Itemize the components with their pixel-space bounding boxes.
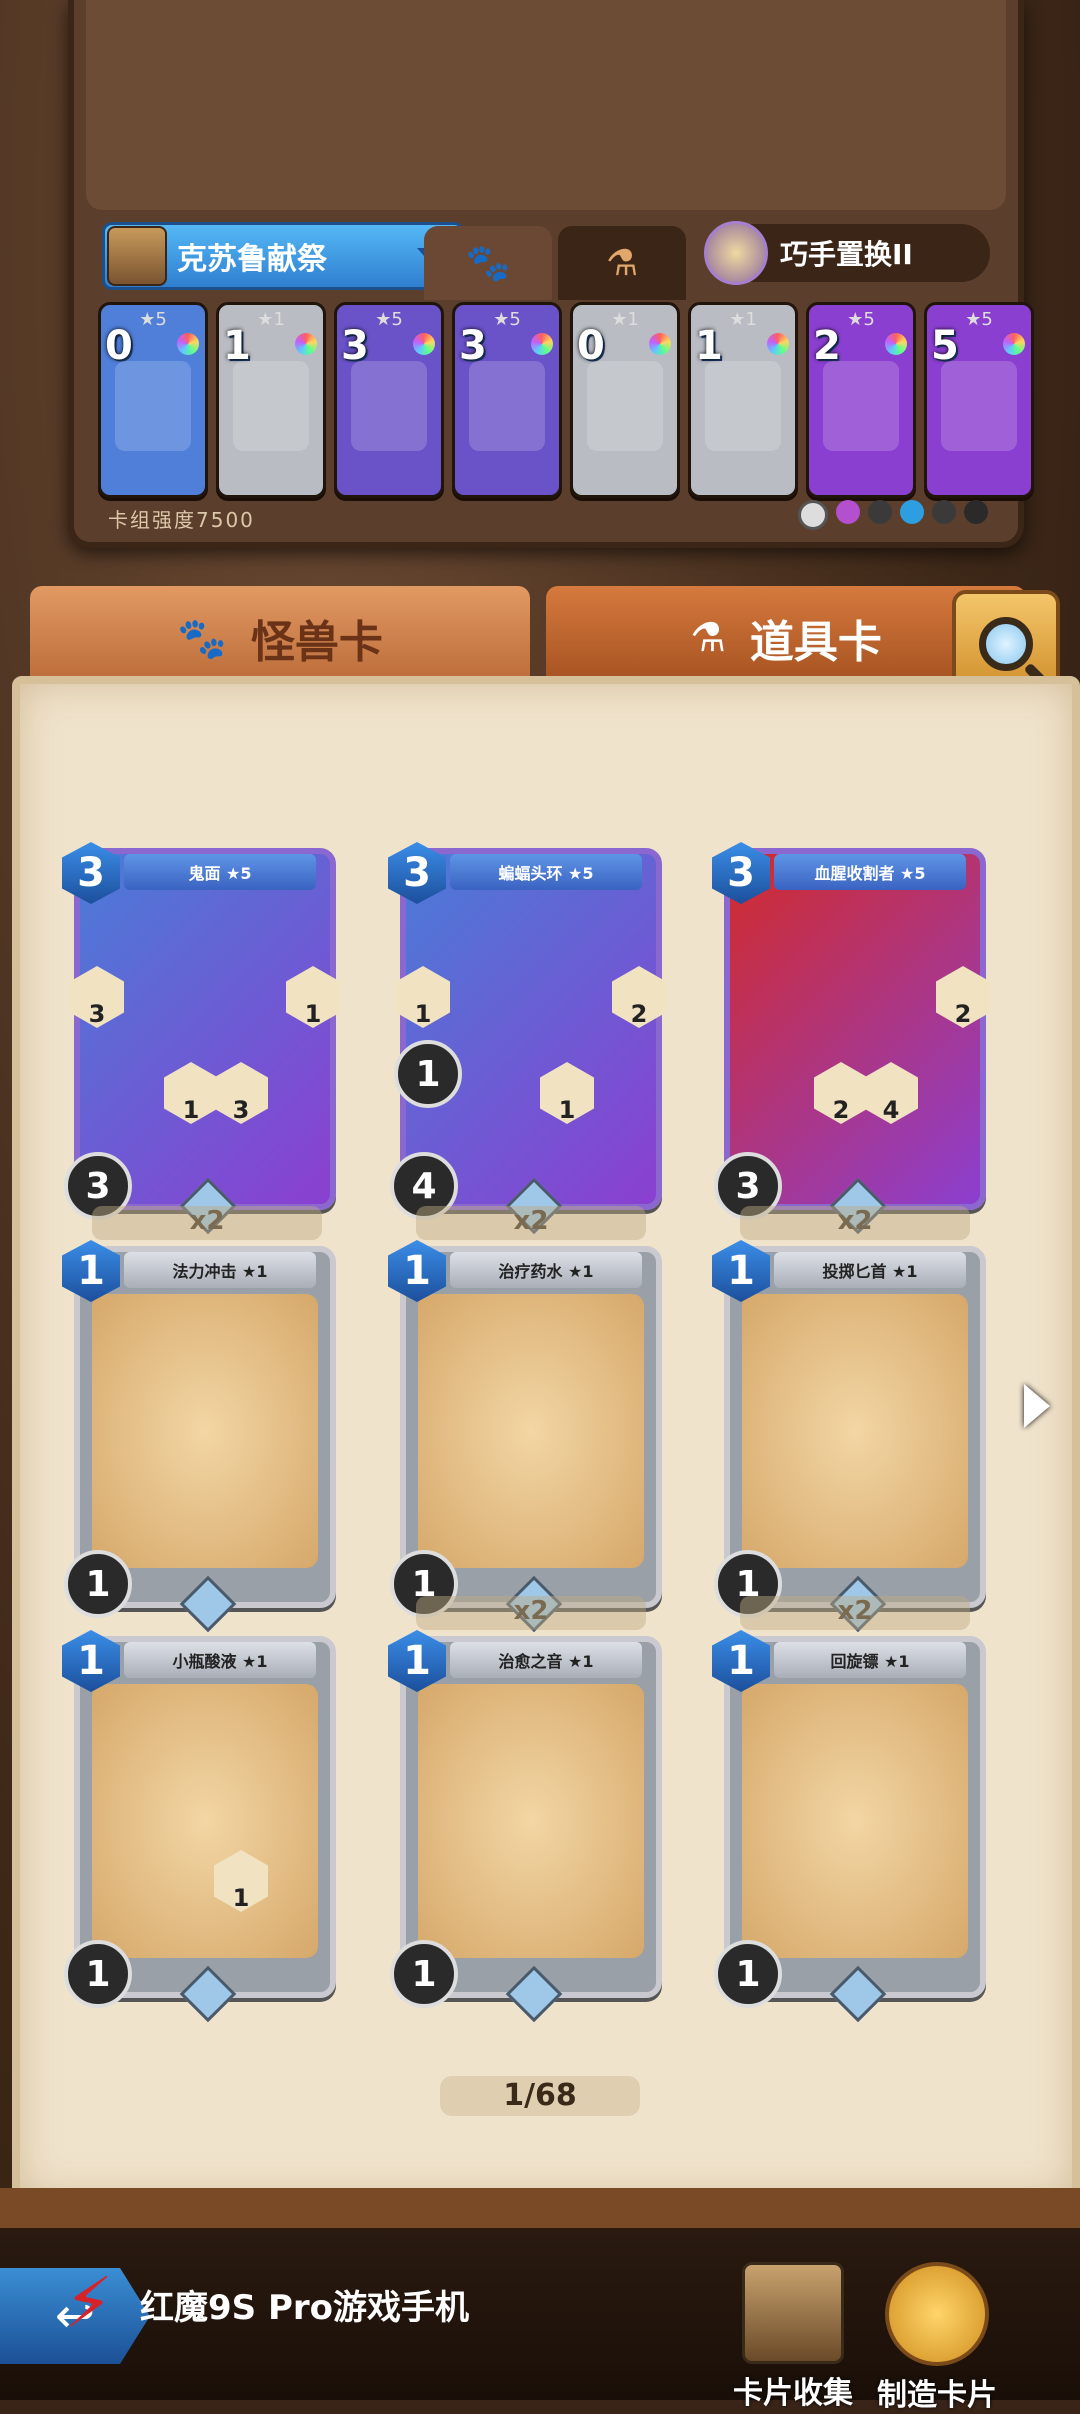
rainbow-gem-icon <box>767 333 789 355</box>
craft-card-button[interactable]: 制造卡片 <box>872 2262 1002 2414</box>
deck-header-area <box>86 0 1006 210</box>
card-art <box>941 361 1017 451</box>
brand-watermark: 红魔9S Pro游戏手机 <box>140 2288 470 2328</box>
item-card[interactable]: 治愈之音 ★1 1 1 <box>388 1630 662 2023</box>
card-title: 鬼面 ★5 <box>124 854 316 890</box>
neutral-element-icon <box>798 500 828 530</box>
deck-element-icons <box>798 500 988 530</box>
deck-card[interactable]: ★5 0 <box>98 302 208 498</box>
tab-monster-cards[interactable]: 🐾 怪兽卡 <box>30 586 530 690</box>
paw-icon: 🐾 <box>177 615 227 662</box>
hero-skill[interactable]: 巧手置换II <box>704 221 990 285</box>
rainbow-gem-icon <box>531 333 553 355</box>
item-card[interactable]: 蝙蝠头环 ★5 3 4 1 2 1 1 <box>388 842 666 1235</box>
card-art <box>418 1684 644 1958</box>
craft-card-label: 制造卡片 <box>877 2378 997 2413</box>
deck-book-icon <box>107 226 167 286</box>
deck-strength: 卡组强度7500 <box>108 508 255 532</box>
deck-card[interactable]: ★1 1 <box>688 302 798 498</box>
deck-card[interactable]: ★1 1 <box>216 302 326 498</box>
paw-icon: 🐾 <box>465 243 511 284</box>
card-art <box>92 1684 318 1958</box>
item-card[interactable]: 鬼面 ★5 3 3 3 1 1 3 <box>62 842 340 1235</box>
card-title: 蝙蝠头环 ★5 <box>450 854 642 890</box>
card-title: 治愈之音 ★1 <box>450 1642 642 1678</box>
card-title: 投掷匕首 ★1 <box>774 1252 966 1288</box>
card-title: 血腥收割者 ★5 <box>774 854 966 890</box>
deck-card[interactable]: ★5 2 <box>806 302 916 498</box>
deck-tab-monster[interactable]: 🐾 <box>424 226 552 300</box>
card-stat: 1 <box>64 1940 132 2008</box>
potion-icon: ⚗ <box>690 615 726 661</box>
panel-base <box>0 2188 1080 2228</box>
rainbow-gem-icon <box>649 333 671 355</box>
card-secondary-stat: 1 <box>394 1040 462 1108</box>
deck-name: 克苏鲁献祭 <box>177 242 327 277</box>
card-art <box>92 896 318 1170</box>
hero-portrait <box>704 221 768 285</box>
item-card[interactable]: 小瓶酸液 ★1 1 1 1 <box>62 1630 336 2023</box>
search-icon <box>979 617 1033 671</box>
card-art <box>742 1684 968 1958</box>
card-art <box>351 361 427 451</box>
card-art <box>92 1294 318 1568</box>
card-title: 治疗药水 ★1 <box>450 1252 642 1288</box>
card-art <box>742 896 968 1170</box>
fire-element-icon <box>932 500 956 524</box>
deck-card-list: ★5 0 ★1 1 ★5 3 ★5 3 ★1 0 ★1 1 ★5 2 ★5 5 <box>98 302 1034 498</box>
deck-card[interactable]: ★5 3 <box>334 302 444 498</box>
shadow-element-icon <box>836 500 860 524</box>
card-art <box>233 361 309 451</box>
deck-card[interactable]: ★5 3 <box>452 302 562 498</box>
rainbow-gem-icon <box>413 333 435 355</box>
item-card[interactable]: 法力冲击 ★1 1 1 <box>62 1240 336 1633</box>
deck-panel: 克苏鲁献祭 🐾 ⚗ 巧手置换II ★5 0 ★1 1 ★5 3 ★5 3 ★1 0 ★1 1 ★5 2 ★5… <box>68 0 1034 548</box>
card-art <box>469 361 545 451</box>
card-stat: 1 <box>390 1940 458 2008</box>
duplicate-count-label: x2 <box>416 1206 646 1240</box>
card-art <box>823 361 899 451</box>
card-collection-button[interactable]: 卡片收集 <box>728 2262 858 2412</box>
redmagic-logo-icon: ⚡ <box>64 2262 114 2344</box>
card-title: 回旋镖 ★1 <box>774 1642 966 1678</box>
card-art <box>705 361 781 451</box>
craft-paw-icon <box>885 2262 989 2366</box>
potion-icon: ⚗ <box>605 242 639 284</box>
rainbow-gem-icon <box>177 333 199 355</box>
card-art <box>418 1294 644 1568</box>
card-art <box>587 361 663 451</box>
skill-name: 巧手置换II <box>780 238 913 271</box>
card-art <box>418 896 644 1170</box>
card-title: 法力冲击 ★1 <box>124 1252 316 1288</box>
deck-tab-item[interactable]: ⚗ <box>558 226 686 300</box>
card-collection-label: 卡片收集 <box>733 2376 853 2411</box>
tab-monster-label: 怪兽卡 <box>250 617 383 668</box>
card-art <box>115 361 191 451</box>
card-stat: 1 <box>714 1940 782 2008</box>
item-card[interactable]: 治疗药水 ★1 1 1 <box>388 1240 662 1633</box>
deck-card[interactable]: ★5 5 <box>924 302 1034 498</box>
item-card[interactable]: 投掷匕首 ★1 1 1 <box>712 1240 986 1633</box>
item-card[interactable]: 回旋镖 ★1 1 1 <box>712 1630 986 2023</box>
deck-card[interactable]: ★1 0 <box>570 302 680 498</box>
card-book-icon <box>742 2262 844 2364</box>
earth-element-icon <box>868 500 892 524</box>
water-element-icon <box>900 500 924 524</box>
dark-element-icon <box>964 500 988 524</box>
tab-item-label: 道具卡 <box>749 617 882 668</box>
duplicate-count-label: x2 <box>92 1206 322 1240</box>
rainbow-gem-icon <box>885 333 907 355</box>
card-title: 小瓶酸液 ★1 <box>124 1642 316 1678</box>
rainbow-gem-icon <box>295 333 317 355</box>
card-art <box>742 1294 968 1568</box>
card-stat: 1 <box>64 1550 132 1618</box>
deck-selector[interactable]: 克苏鲁献祭 <box>102 222 464 290</box>
item-card[interactable]: 血腥收割者 ★5 3 3 2 2 4 <box>712 842 990 1235</box>
rainbow-gem-icon <box>1003 333 1025 355</box>
duplicate-count-label: x2 <box>416 1596 646 1630</box>
duplicate-count-label: x2 <box>740 1206 970 1240</box>
page-indicator: 1/68 <box>440 2076 640 2116</box>
duplicate-count-label: x2 <box>740 1596 970 1630</box>
next-page-arrow-icon[interactable] <box>1024 1384 1050 1428</box>
